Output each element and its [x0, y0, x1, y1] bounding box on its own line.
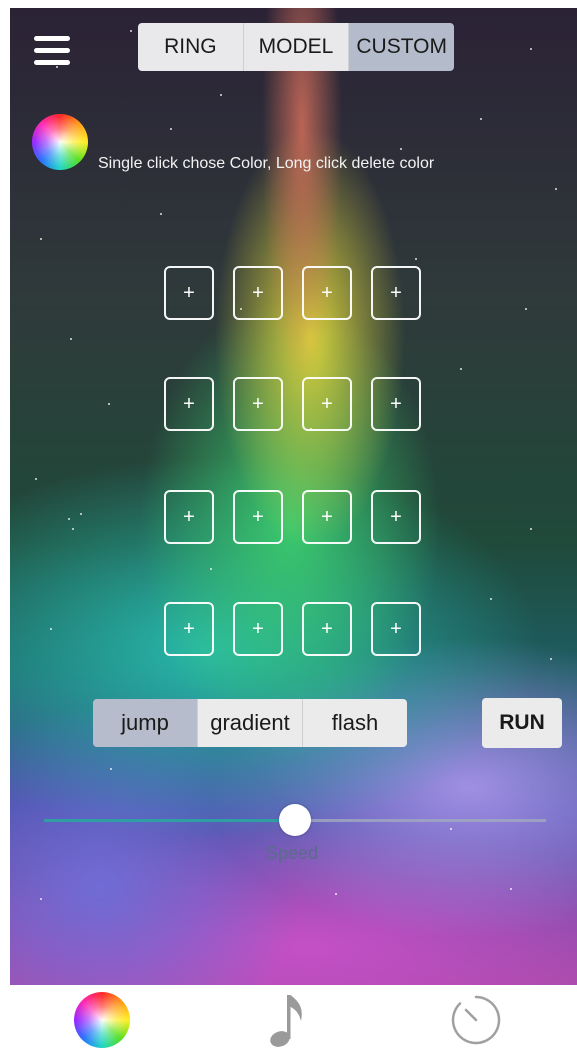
star: [72, 528, 74, 530]
star: [70, 338, 72, 340]
color-slot-add-button[interactable]: +: [371, 602, 421, 656]
color-slot-add-button[interactable]: +: [302, 266, 352, 320]
nav-color[interactable]: [70, 989, 134, 1051]
color-slot-add-button[interactable]: +: [233, 266, 283, 320]
tab-ring[interactable]: RING: [138, 23, 244, 71]
mode-gradient-button[interactable]: gradient: [198, 699, 303, 747]
app-screen: RING MODEL CUSTOM Single click chose Col…: [10, 8, 577, 985]
mode-flash-button[interactable]: flash: [303, 699, 407, 747]
star: [110, 768, 112, 770]
star: [525, 308, 527, 310]
star: [40, 238, 42, 240]
transition-mode-tabs: jump gradient flash: [93, 699, 407, 747]
star: [220, 94, 222, 96]
star: [450, 828, 452, 830]
star: [130, 30, 132, 32]
menu-icon-line: [34, 36, 70, 41]
color-slot-add-button[interactable]: +: [164, 602, 214, 656]
color-slot-add-button[interactable]: +: [233, 377, 283, 431]
star: [530, 528, 532, 530]
star: [68, 518, 70, 520]
star: [170, 128, 172, 130]
color-wheel-icon: [74, 992, 130, 1048]
star: [490, 598, 492, 600]
star: [555, 188, 557, 190]
nav-music[interactable]: [256, 989, 320, 1051]
star: [35, 478, 37, 480]
color-slot-add-button[interactable]: +: [302, 602, 352, 656]
tab-custom[interactable]: CUSTOM: [349, 23, 454, 71]
star: [550, 658, 552, 660]
color-slot-add-button[interactable]: +: [371, 490, 421, 544]
star: [335, 893, 337, 895]
star: [50, 628, 52, 630]
timer-icon: [451, 995, 501, 1045]
menu-button[interactable]: [34, 36, 70, 66]
speed-label: Speed: [266, 843, 319, 863]
star: [510, 888, 512, 890]
star: [80, 513, 82, 515]
color-slot-add-button[interactable]: +: [371, 377, 421, 431]
color-slot-add-button[interactable]: +: [164, 266, 214, 320]
color-slot-add-button[interactable]: +: [233, 602, 283, 656]
speed-slider[interactable]: [44, 804, 546, 836]
color-slot-add-button[interactable]: +: [371, 266, 421, 320]
star: [530, 48, 532, 50]
color-slot-add-button[interactable]: +: [302, 377, 352, 431]
music-note-icon: [270, 995, 302, 1047]
star: [40, 898, 42, 900]
color-picker-icon[interactable]: [32, 114, 88, 170]
tab-model[interactable]: MODEL: [243, 23, 350, 71]
star: [460, 368, 462, 370]
bottom-navigation: [0, 985, 577, 1053]
speed-slider-fill: [44, 819, 295, 822]
color-slot-add-button[interactable]: +: [302, 490, 352, 544]
star: [108, 403, 110, 405]
nav-timer[interactable]: [444, 989, 508, 1051]
star: [415, 258, 417, 260]
color-slot-add-button[interactable]: +: [164, 490, 214, 544]
star: [480, 118, 482, 120]
mode-jump-button[interactable]: jump: [93, 699, 198, 747]
speed-slider-thumb[interactable]: [279, 804, 311, 836]
star: [56, 66, 58, 68]
color-slot-add-button[interactable]: +: [164, 377, 214, 431]
menu-icon-line: [34, 48, 70, 53]
star: [160, 213, 162, 215]
instruction-text: Single click chose Color, Long click del…: [98, 155, 435, 172]
star: [210, 568, 212, 570]
star: [400, 148, 402, 150]
run-button[interactable]: RUN: [482, 698, 562, 748]
menu-icon-line: [34, 60, 70, 65]
color-slot-add-button[interactable]: +: [233, 490, 283, 544]
mode-tabs: RING MODEL CUSTOM: [138, 23, 454, 71]
